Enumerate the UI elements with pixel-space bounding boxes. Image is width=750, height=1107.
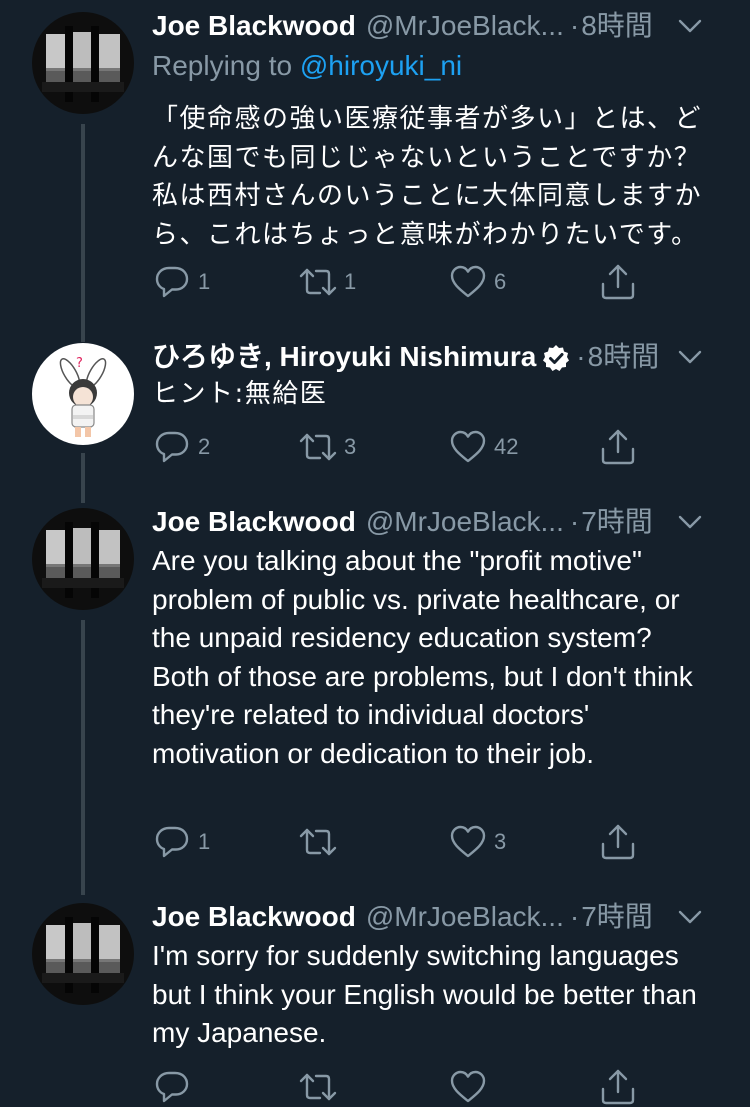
tweet-actions: 2 3 42	[152, 427, 652, 467]
reply-button[interactable]: 1	[152, 822, 210, 862]
like-button[interactable]: 42	[448, 427, 518, 467]
share-icon	[598, 1067, 638, 1107]
heart-icon	[448, 427, 488, 467]
reply-mention-link[interactable]: @hiroyuki_ni	[300, 50, 462, 81]
retweet-count: 1	[344, 269, 357, 294]
timestamp[interactable]: 7時間	[581, 502, 653, 542]
separator-dot: ·	[569, 506, 580, 537]
avatar[interactable]	[32, 903, 134, 1005]
chevron-down-icon[interactable]	[670, 897, 710, 937]
tweet-text: Are you talking about the "profit motive…	[152, 545, 693, 769]
chevron-down-icon[interactable]	[670, 502, 710, 542]
tweet[interactable]: Joe Blackwood @MrJoeBlack... · 7時間 Are y…	[0, 500, 750, 895]
retweet-icon	[298, 1067, 338, 1107]
share-button[interactable]	[598, 427, 638, 467]
tweet[interactable]: Joe Blackwood @MrJoeBlack... · 8時間 Reply…	[0, 0, 750, 334]
thread-line	[81, 453, 85, 503]
like-count: 3	[494, 829, 507, 854]
chevron-down-icon[interactable]	[670, 337, 710, 377]
tweet-actions: 1 1 6	[152, 262, 652, 302]
like-button[interactable]: 3	[448, 822, 506, 862]
author-handle[interactable]: @MrJoeBlack...	[366, 502, 564, 542]
share-icon	[598, 427, 638, 467]
author-name[interactable]: Joe Blackwood	[152, 897, 356, 937]
retweet-button[interactable]	[298, 1067, 338, 1107]
thread-line-top	[81, 330, 85, 342]
tweet-text: 「使命感の強い医療従事者が多い」とは、どんな国でも同じじゃないということですか？…	[152, 104, 703, 250]
reply-button[interactable]: 1	[152, 262, 210, 302]
like-count: 6	[494, 269, 507, 294]
like-button[interactable]: 6	[448, 262, 506, 302]
verified-badge-icon	[542, 343, 570, 371]
thread-line	[81, 124, 85, 334]
reply-icon	[152, 822, 192, 862]
share-button[interactable]	[598, 1067, 638, 1107]
share-button[interactable]	[598, 822, 638, 862]
author-handle[interactable]: @MrJoeBlack...	[366, 897, 564, 937]
tweet-text: ヒント:無給医	[152, 379, 328, 409]
retweet-button[interactable]: 3	[298, 427, 356, 467]
reply-count: 2	[198, 434, 211, 459]
like-button[interactable]	[448, 1067, 488, 1107]
separator-dot: ·	[576, 341, 586, 372]
like-count: 42	[494, 434, 519, 459]
author-name[interactable]: Joe Blackwood	[152, 6, 356, 46]
reply-icon	[152, 262, 192, 302]
svg-text:?: ?	[76, 356, 83, 371]
timestamp[interactable]: 7時間	[581, 897, 653, 937]
avatar[interactable]: ?	[32, 343, 134, 445]
timestamp[interactable]: 8時間	[588, 337, 660, 377]
thread-line	[81, 620, 85, 895]
retweet-button[interactable]	[298, 822, 344, 862]
reply-count: 1	[198, 269, 211, 294]
author-name[interactable]: Joe Blackwood	[152, 502, 356, 542]
reply-icon	[152, 427, 192, 467]
chevron-down-icon[interactable]	[670, 6, 710, 46]
tweet-actions: 1 3	[152, 822, 652, 862]
retweet-icon	[298, 262, 338, 302]
reply-button[interactable]: 2	[152, 427, 210, 467]
retweet-button[interactable]: 1	[298, 262, 356, 302]
author-handle[interactable]: @MrJoeBlack...	[366, 6, 564, 46]
tweet-actions	[152, 1067, 652, 1107]
share-icon	[598, 822, 638, 862]
reply-icon	[152, 1067, 192, 1107]
reply-prefix: Replying to	[152, 50, 300, 81]
retweet-icon	[298, 427, 338, 467]
replying-to: Replying to @hiroyuki_ni	[152, 46, 710, 86]
reply-button[interactable]	[152, 1067, 192, 1107]
reply-count: 1	[198, 829, 211, 854]
retweet-icon	[298, 822, 338, 862]
heart-icon	[448, 822, 488, 862]
author-name[interactable]: ひろゆき, Hiroyuki Nishimura	[152, 337, 536, 377]
tweet[interactable]: Joe Blackwood @MrJoeBlack... · 7時間 I'm s…	[0, 895, 750, 1096]
avatar[interactable]	[32, 12, 134, 114]
separator-dot: ·	[569, 901, 580, 932]
heart-icon	[448, 262, 488, 302]
share-icon	[598, 262, 638, 302]
tweet[interactable]: ? ひろゆき, Hiroyuki Nishimura · 8時間 ヒント:無給医…	[0, 330, 750, 503]
separator-dot: ·	[569, 10, 580, 41]
retweet-count: 3	[344, 434, 357, 459]
timestamp[interactable]: 8時間	[581, 6, 653, 46]
share-button[interactable]	[598, 262, 638, 302]
heart-icon	[448, 1067, 488, 1107]
avatar[interactable]	[32, 508, 134, 610]
tweet-text: I'm sorry for suddenly switching languag…	[152, 940, 697, 1048]
